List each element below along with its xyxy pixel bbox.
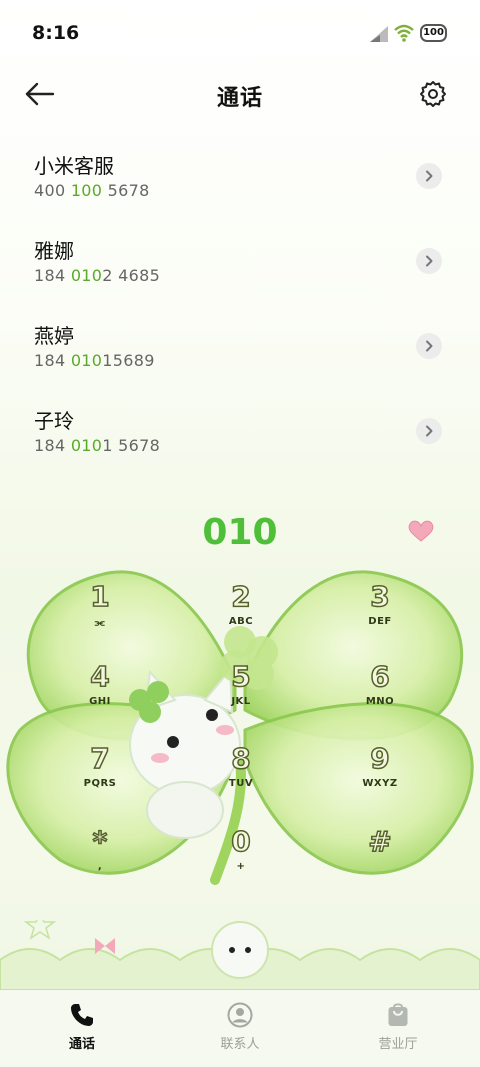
key-1[interactable]: 1 ⫘ xyxy=(60,579,140,650)
contact-number: 400 100 5678 xyxy=(34,181,150,200)
details-button[interactable] xyxy=(416,333,442,359)
battery-indicator: 100 xyxy=(420,24,447,42)
key-4[interactable]: 4 GHI xyxy=(60,659,140,730)
recent-calls-list: 小米客服 400 100 5678 雅娜 184 0102 4685 燕婷 18… xyxy=(0,140,480,480)
chevron-right-icon xyxy=(426,170,433,182)
key-3[interactable]: 3 DEF xyxy=(340,579,420,650)
chevron-right-icon xyxy=(426,255,433,267)
header: 通话 xyxy=(0,66,480,122)
key-7[interactable]: 7 PQRS xyxy=(60,741,140,812)
dialed-number: 010 xyxy=(202,512,278,553)
status-time: 8:16 xyxy=(32,22,80,44)
signal-icon xyxy=(370,26,388,42)
list-item[interactable]: 子玲 184 0101 5678 xyxy=(0,395,480,480)
contact-number: 184 0102 4685 xyxy=(34,266,161,285)
tab-business-hall[interactable]: 营业厅 xyxy=(348,1002,448,1052)
key-hash[interactable]: # xyxy=(340,824,420,895)
key-6[interactable]: 6 MNO xyxy=(340,659,420,730)
tab-label: 通话 xyxy=(68,1037,95,1052)
contact-name: 小米客服 xyxy=(34,154,114,178)
details-button[interactable] xyxy=(416,418,442,444)
details-button[interactable] xyxy=(416,248,442,274)
shopping-bag-icon xyxy=(388,1003,408,1026)
tab-contacts[interactable]: 联系人 xyxy=(190,1002,290,1052)
contact-number: 184 01015689 xyxy=(34,351,155,370)
key-star[interactable]: * , xyxy=(60,824,140,895)
key-9[interactable]: 9 WXYZ xyxy=(340,741,420,812)
wifi-icon xyxy=(394,24,414,42)
voicemail-icon: ⫘ xyxy=(94,616,106,629)
contact-number: 184 0101 5678 xyxy=(34,436,161,455)
key-5[interactable]: 5 JKL xyxy=(201,659,281,730)
tab-label: 联系人 xyxy=(220,1037,260,1052)
decorative-border xyxy=(0,920,480,990)
details-button[interactable] xyxy=(416,163,442,189)
key-8[interactable]: 8 TUV xyxy=(201,741,281,812)
key-2[interactable]: 2 ABC xyxy=(201,579,281,650)
chevron-right-icon xyxy=(426,340,433,352)
dial-keypad: 1 ⫘ 2 ABC 3 DEF 4 GHI 5 JKL 6 MNO 7 PQRS… xyxy=(0,579,480,900)
gear-icon[interactable] xyxy=(419,80,447,108)
contact-name: 燕婷 xyxy=(34,324,74,348)
page-title: 通话 xyxy=(216,86,263,111)
chevron-right-icon xyxy=(426,425,433,437)
key-0[interactable]: 0 + xyxy=(201,824,281,895)
contact-name: 雅娜 xyxy=(34,239,74,263)
contact-name: 子玲 xyxy=(34,409,74,433)
list-item[interactable]: 雅娜 184 0102 4685 xyxy=(0,225,480,310)
contact-icon xyxy=(227,1002,253,1028)
list-item[interactable]: 小米客服 400 100 5678 xyxy=(0,140,480,225)
bottom-tab-bar: 通话 联系人 营业厅 xyxy=(0,990,480,1067)
phone-icon xyxy=(71,1004,93,1026)
tab-label: 营业厅 xyxy=(378,1037,418,1052)
status-bar: 8:16 100 xyxy=(0,0,480,66)
list-item[interactable]: 燕婷 184 01015689 xyxy=(0,310,480,395)
tab-calls[interactable]: 通话 xyxy=(32,1002,132,1052)
